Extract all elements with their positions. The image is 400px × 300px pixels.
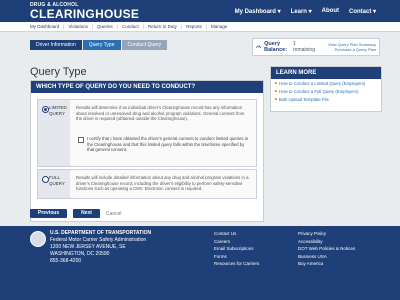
nav-my-dashboard[interactable]: My Dashboard ▾ xyxy=(235,8,281,15)
consent-text: I certify that I have obtained the drive… xyxy=(87,136,249,152)
full-query-label-line2: QUERY xyxy=(49,181,65,186)
page-title: Query Type xyxy=(30,66,87,78)
step-query-type: Query Type xyxy=(82,40,121,50)
top-navigation: My Dashboard ▾ Learn ▾ About Contact ▾ xyxy=(235,8,376,15)
phone-number: 855-368-4200 xyxy=(50,258,82,264)
footer-link[interactable]: Accessibility xyxy=(298,238,355,246)
separator: | xyxy=(116,24,118,29)
separator: | xyxy=(91,24,94,29)
query-plan-links[interactable]: View Query Plan Summary Purchase a Query… xyxy=(318,42,376,52)
subnav-conduct[interactable]: Conduct xyxy=(122,24,139,29)
step-conduct-query: Conduct Query xyxy=(121,40,168,50)
query-balance-label: Query Balance: xyxy=(264,41,288,53)
nav-contact[interactable]: Contact ▾ xyxy=(349,8,376,15)
step-tracker: Driver Information Query Type Conduct Qu… xyxy=(30,40,168,50)
dept-name[interactable]: U.S. DEPARTMENT OF TRANSPORTATION xyxy=(50,230,151,237)
query-balance-box: Query Balance: 1 remaining View Query Pl… xyxy=(252,38,380,56)
dot-seal-icon xyxy=(30,231,46,247)
footer-link[interactable]: Email Subscriptions xyxy=(214,245,259,253)
nav-learn[interactable]: Learn ▾ xyxy=(291,8,312,15)
logo-name: CLEARINGHOUSE xyxy=(30,7,140,21)
footer-address: U.S. DEPARTMENT OF TRANSPORTATION Federa… xyxy=(50,230,151,265)
subnav-manage[interactable]: Manage xyxy=(211,24,227,29)
consent-checkbox[interactable] xyxy=(78,137,84,143)
full-query-radio[interactable] xyxy=(42,176,49,183)
address-line2: WASHINGTON, DC 20590 xyxy=(50,251,110,257)
query-balance-count: 1 remaining xyxy=(293,41,315,53)
full-query-label: FULL QUERY xyxy=(49,175,65,187)
learn-more-link: Bulk Upload Template File xyxy=(279,96,329,102)
agency-name[interactable]: Federal Motor Carrier Safety Administrat… xyxy=(50,237,151,244)
bullet-icon xyxy=(275,82,277,84)
form-actions: Previous Next Cancel xyxy=(30,209,122,218)
limited-query-option[interactable]: LIMITED QUERY Results will determine if … xyxy=(37,99,257,167)
full-query-description: Results will include detailed informatio… xyxy=(76,175,249,191)
breadcrumb-nav: My Dashboard | Violations | Queries | Condu… xyxy=(0,22,400,32)
bullet-icon xyxy=(275,90,277,92)
separator: | xyxy=(180,24,183,29)
subnav-reports[interactable]: Reports xyxy=(186,24,202,29)
footer-link[interactable]: DOT Web Policies & Notices xyxy=(298,245,355,253)
footer-links-col1: Contact Us Careers Email Subscriptions F… xyxy=(214,230,259,268)
footer-link[interactable]: Buy America xyxy=(298,260,355,268)
footer-link[interactable]: Resources for Carriers xyxy=(214,260,259,268)
learn-more-header: LEARN MORE xyxy=(271,67,381,79)
speedometer-icon xyxy=(256,45,261,49)
learn-more-panel: LEARN MORE How to Conduct a Limited Quer… xyxy=(270,66,382,112)
subnav-return-to-duty[interactable]: Return to Duty xyxy=(148,24,177,29)
bullet-icon xyxy=(275,98,277,100)
footer-link[interactable]: Contact Us xyxy=(214,230,259,238)
card-header: WHICH TYPE OF QUERY DO YOU NEED TO CONDU… xyxy=(31,81,263,93)
footer-link[interactable]: Privacy Policy xyxy=(298,230,355,238)
next-button[interactable]: Next xyxy=(73,209,100,218)
separator: | xyxy=(142,24,144,29)
full-query-option[interactable]: FULL QUERY Results will include detailed… xyxy=(37,169,257,199)
subnav-my-dashboard[interactable]: My Dashboard xyxy=(30,24,59,29)
footer: U.S. DEPARTMENT OF TRANSPORTATION Federa… xyxy=(0,226,400,300)
learn-more-item[interactable]: How to Conduct a Full Query (Employers) xyxy=(271,87,381,95)
footer-link[interactable]: Forms xyxy=(214,253,259,261)
header-bar: DRUG & ALCOHOL CLEARINGHOUSE My Dashboar… xyxy=(0,0,400,22)
footer-link[interactable]: Careers xyxy=(214,238,259,246)
footer-links-col2: Privacy Policy Accessibility DOT Web Pol… xyxy=(298,230,355,268)
learn-more-item[interactable]: How to Conduct a Limited Query (Employer… xyxy=(271,79,381,87)
limited-query-label-line2: QUERY xyxy=(49,111,65,116)
nav-about[interactable]: About xyxy=(322,8,339,15)
limited-query-label: LIMITED QUERY xyxy=(49,105,67,117)
limited-query-description: Results will determine if an individual … xyxy=(76,105,245,121)
separator: | xyxy=(63,24,65,29)
address-line1: 1200 NEW JERSEY AVENUE, SE xyxy=(50,244,126,250)
consent-certification: I certify that I have obtained the drive… xyxy=(78,136,250,153)
subnav-queries[interactable]: Queries xyxy=(97,24,113,29)
cancel-link[interactable]: Cancel xyxy=(106,211,122,217)
limited-query-radio[interactable] xyxy=(42,106,49,113)
learn-more-link: How to Conduct a Limited Query (Employer… xyxy=(279,80,366,86)
previous-button[interactable]: Previous xyxy=(30,209,68,218)
step-driver-information[interactable]: Driver Information xyxy=(30,40,82,50)
subnav-violations[interactable]: Violations xyxy=(68,24,87,29)
learn-more-item[interactable]: Bulk Upload Template File xyxy=(271,95,381,103)
clearinghouse-logo[interactable]: DRUG & ALCOHOL CLEARINGHOUSE xyxy=(30,2,139,21)
separator: | xyxy=(205,24,208,29)
footer-link[interactable]: Business USA xyxy=(298,253,355,261)
learn-more-link: How to Conduct a Full Query (Employers) xyxy=(279,88,359,94)
query-type-card: WHICH TYPE OF QUERY DO YOU NEED TO CONDU… xyxy=(30,80,264,222)
